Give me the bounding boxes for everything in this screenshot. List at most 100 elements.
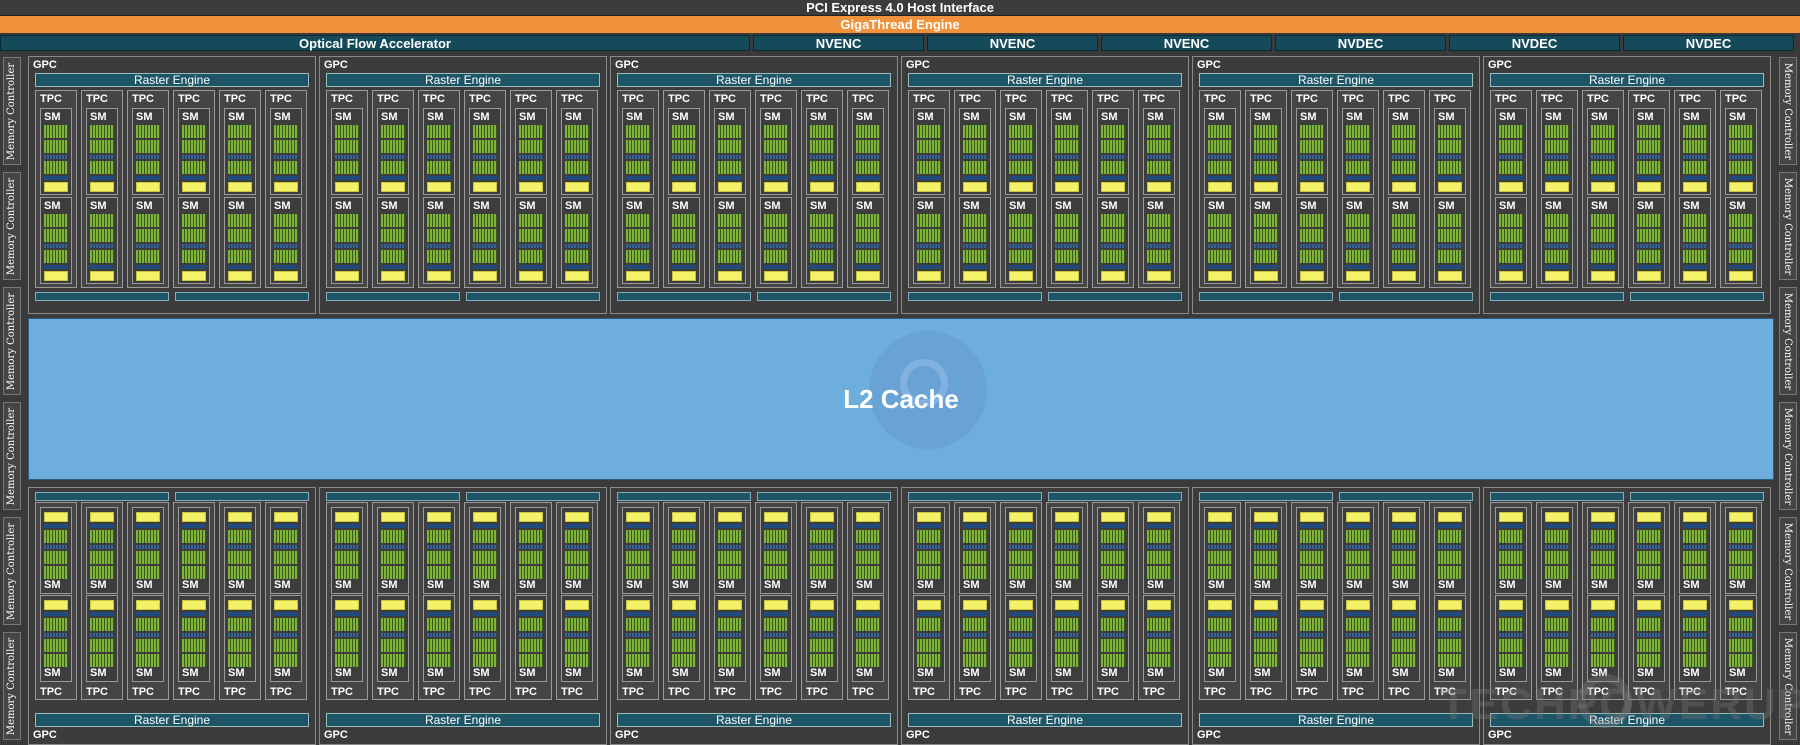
- cuda-cores: [718, 639, 742, 652]
- texture-unit: [90, 265, 114, 269]
- rt-core: [1392, 600, 1416, 610]
- gpc-interconnect: [1199, 492, 1333, 501]
- rt-core: [274, 182, 298, 192]
- cuda-cores: [1591, 618, 1615, 631]
- texture-unit: [1545, 176, 1569, 180]
- rt-core: [917, 271, 941, 281]
- texture-unit: [718, 524, 742, 528]
- texture-unit: [1729, 176, 1753, 180]
- tpc-block: TPC SM SM: [617, 90, 659, 288]
- cuda-cores: [1208, 250, 1232, 263]
- sm-label: SM: [1545, 667, 1562, 679]
- cuda-cores: [519, 545, 543, 549]
- cuda-cores: [90, 551, 114, 564]
- rt-core: [90, 600, 114, 610]
- texture-unit: [136, 524, 160, 528]
- gpc-interconnect: [35, 292, 169, 301]
- sm-label: SM: [136, 579, 153, 591]
- cuda-cores: [1055, 250, 1079, 263]
- cuda-cores: [1346, 551, 1370, 564]
- gpc-block: GPC Raster Engine TPC SM SM TPC SM SM TPC SM SM TPC…: [319, 487, 607, 745]
- tpc-label: TPC: [1250, 686, 1272, 698]
- cuda-cores: [519, 214, 543, 227]
- sm-label: SM: [427, 111, 444, 123]
- sm-label: SM: [856, 200, 873, 212]
- sm-block: SM: [1097, 197, 1129, 284]
- sm-label: SM: [963, 111, 980, 123]
- cuda-cores: [1729, 633, 1753, 637]
- texture-unit: [1254, 176, 1278, 180]
- sm-block: SM: [959, 595, 991, 682]
- sm-label: SM: [764, 667, 781, 679]
- cuda-cores: [1392, 229, 1416, 242]
- cuda-cores: [1729, 530, 1753, 543]
- cuda-cores: [917, 654, 941, 667]
- rt-core: [1101, 182, 1125, 192]
- cuda-cores: [1545, 125, 1569, 138]
- sm-block: SM: [1434, 507, 1466, 594]
- sm-label: SM: [1591, 200, 1608, 212]
- cuda-cores: [1208, 155, 1232, 159]
- cuda-cores: [44, 654, 68, 667]
- cuda-cores: [427, 618, 451, 631]
- gpc-block: GPC Raster Engine TPC SM SM TPC SM SM TPC SM SM TPC…: [28, 56, 316, 314]
- sm-label: SM: [1729, 200, 1746, 212]
- gpc-interconnect: [1490, 292, 1624, 301]
- gpc-label: GPC: [906, 59, 930, 71]
- cuda-cores: [1147, 545, 1171, 549]
- cuda-cores: [90, 566, 114, 579]
- cuda-cores: [1392, 161, 1416, 174]
- nvdec-engine: NVDEC: [1449, 35, 1620, 51]
- cuda-cores: [1438, 229, 1462, 242]
- memory-controller: Memory Controller: [1779, 517, 1797, 625]
- texture-unit: [1392, 265, 1416, 269]
- sm-block: SM: [1495, 595, 1527, 682]
- sm-label: SM: [963, 579, 980, 591]
- sm-label: SM: [1438, 200, 1455, 212]
- cuda-cores: [1101, 654, 1125, 667]
- sm-block: SM: [1051, 108, 1083, 195]
- cuda-cores: [274, 161, 298, 174]
- tpc-label: TPC: [913, 93, 935, 105]
- sm-label: SM: [90, 200, 107, 212]
- texture-unit: [381, 176, 405, 180]
- tpc-block: TPC SM SM: [464, 502, 506, 700]
- sm-label: SM: [427, 579, 444, 591]
- sm-block: SM: [1342, 108, 1374, 195]
- cuda-cores: [1300, 229, 1324, 242]
- texture-unit: [1147, 176, 1171, 180]
- cuda-cores: [1346, 633, 1370, 637]
- rt-core: [473, 182, 497, 192]
- cuda-cores: [519, 551, 543, 564]
- cuda-cores: [764, 566, 788, 579]
- sm-block: SM: [714, 507, 746, 594]
- gpc-interconnect: [757, 292, 891, 301]
- rt-core: [1637, 512, 1661, 522]
- cuda-cores: [335, 155, 359, 159]
- cuda-cores: [565, 229, 589, 242]
- rt-core: [44, 600, 68, 610]
- sm-label: SM: [1683, 200, 1700, 212]
- sm-label: SM: [1055, 579, 1072, 591]
- cuda-cores: [1591, 161, 1615, 174]
- cuda-cores: [228, 244, 252, 248]
- texture-unit: [44, 265, 68, 269]
- cuda-cores: [228, 633, 252, 637]
- sm-block: SM: [469, 197, 501, 284]
- cuda-cores: [1392, 244, 1416, 248]
- sm-label: SM: [182, 200, 199, 212]
- cuda-cores: [274, 551, 298, 564]
- cuda-cores: [626, 214, 650, 227]
- sm-block: SM: [86, 595, 118, 682]
- sm-block: SM: [760, 197, 792, 284]
- cuda-cores: [1438, 214, 1462, 227]
- memory-controller: Memory Controller: [3, 287, 21, 395]
- tpc-block: TPC SM SM: [1536, 90, 1578, 288]
- sm-block: SM: [959, 197, 991, 284]
- cuda-cores: [473, 161, 497, 174]
- tpc-label: TPC: [1342, 93, 1364, 105]
- sm-block: SM: [1541, 108, 1573, 195]
- cuda-cores: [136, 250, 160, 263]
- cuda-cores: [473, 639, 497, 652]
- texture-unit: [1208, 265, 1232, 269]
